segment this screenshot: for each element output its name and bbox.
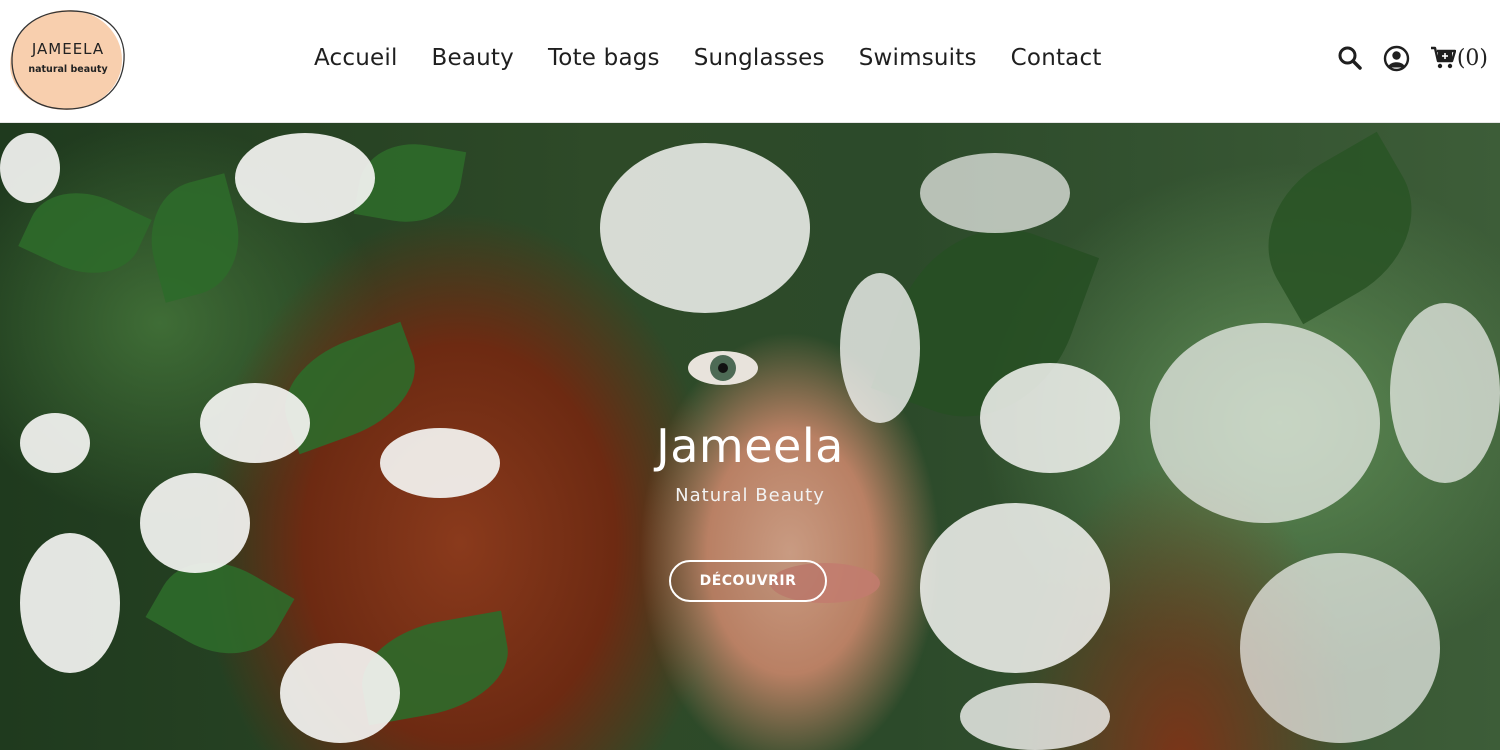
blossom-decoration: [960, 683, 1110, 750]
blossom-decoration: [1240, 553, 1440, 743]
blossom-decoration: [0, 133, 60, 203]
cart-count[interactable]: (0): [1457, 46, 1488, 71]
nav-item-tote-bags[interactable]: Tote bags: [548, 38, 660, 78]
user-icon[interactable]: [1383, 45, 1410, 72]
nav-item-swimsuits[interactable]: Swimsuits: [859, 38, 977, 78]
blossom-decoration: [920, 503, 1110, 673]
logo-ring: [11, 10, 125, 110]
blossom-decoration: [600, 143, 810, 313]
blossom-decoration: [840, 273, 920, 423]
blossom-decoration: [235, 133, 375, 223]
leaf-decoration: [137, 173, 253, 303]
nav-item-sunglasses[interactable]: Sunglasses: [694, 38, 825, 78]
brand-logo[interactable]: JAMEELA natural beauty: [8, 8, 128, 112]
brand-tagline: natural beauty: [28, 64, 108, 75]
search-icon[interactable]: [1337, 45, 1363, 71]
hero-subtitle: Natural Beauty: [675, 485, 825, 506]
header-icons: (0): [1337, 40, 1488, 76]
brand-name: JAMEELA: [31, 40, 105, 58]
nav-item-accueil[interactable]: Accueil: [314, 38, 398, 78]
cart-icon[interactable]: [1430, 46, 1456, 70]
blossom-decoration: [280, 643, 400, 743]
site-header: JAMEELA natural beauty Accueil Beauty To…: [0, 0, 1500, 123]
discover-button[interactable]: DÉCOUVRIR: [669, 560, 827, 602]
blossom-decoration: [20, 533, 120, 673]
face-eye-decoration: [688, 351, 758, 385]
nav-item-beauty[interactable]: Beauty: [432, 38, 514, 78]
main-nav: Accueil Beauty Tote bags Sunglasses Swim…: [314, 38, 1136, 78]
blossom-decoration: [920, 153, 1070, 233]
hero-banner: Jameela Natural Beauty DÉCOUVRIR: [0, 123, 1500, 750]
hero-title: Jameela: [656, 419, 844, 473]
leaf-decoration: [1238, 131, 1442, 325]
nav-item-contact[interactable]: Contact: [1011, 38, 1102, 78]
